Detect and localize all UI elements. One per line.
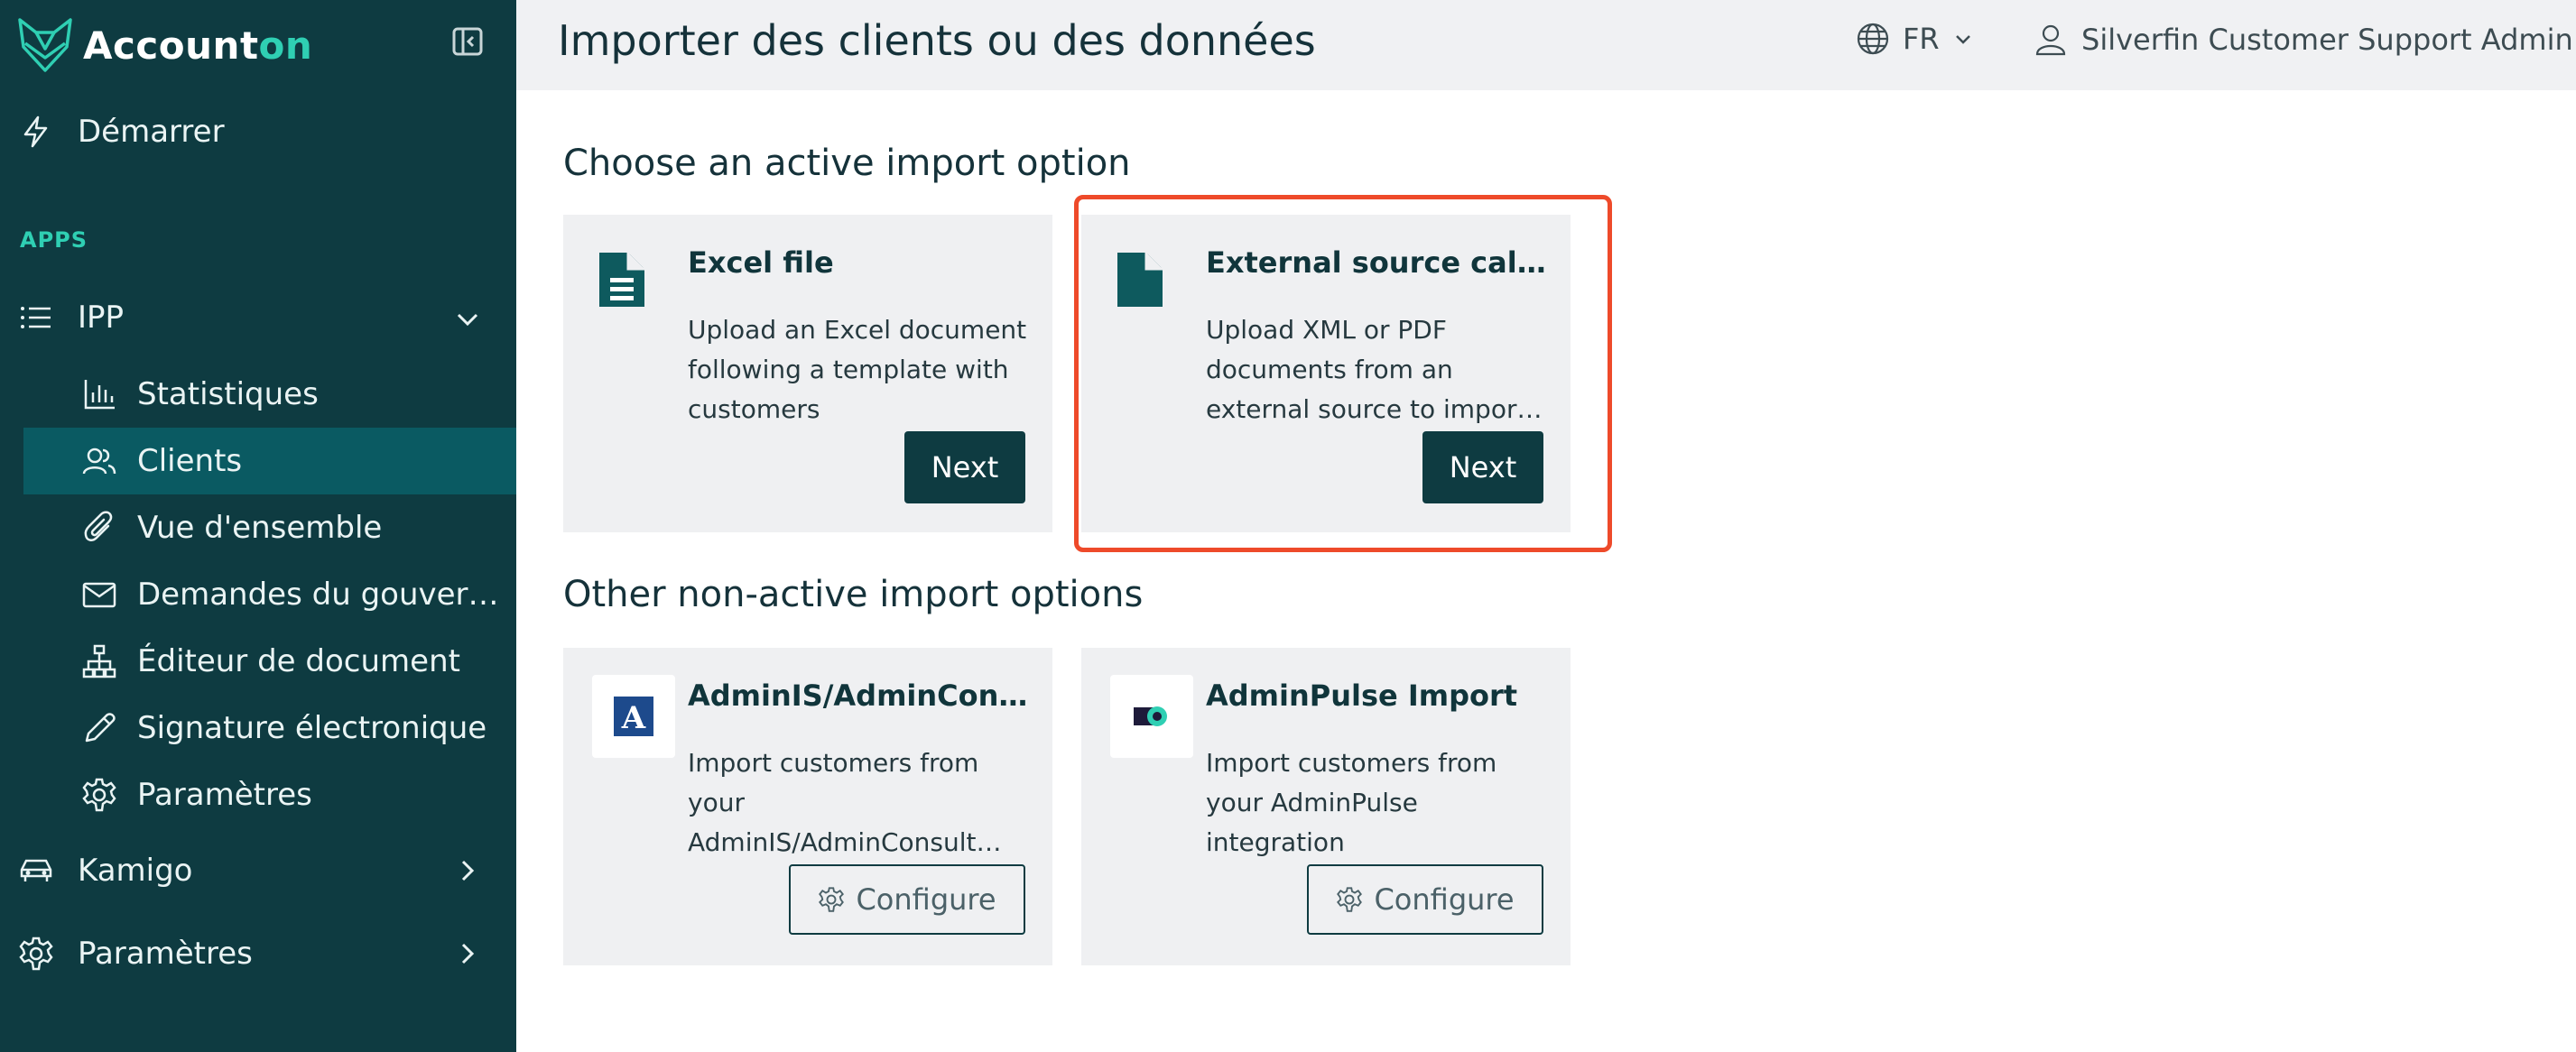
user-menu[interactable]: Silverfin Customer Support Admin [2033,22,2573,58]
collapse-sidebar-icon[interactable] [451,25,484,58]
sidebar-item-kamigo[interactable]: Kamigo [16,851,192,891]
user-name: Silverfin Customer Support Admin [2081,23,2573,57]
paperclip-icon [79,508,119,548]
card-description: Import customers from your AdminPulse in… [1206,748,1497,857]
import-card-excel: Excel file Upload an Excel document foll… [563,215,1052,532]
sidebar-item-statistiques[interactable]: Statistiques [79,374,319,414]
configure-label: Configure [856,882,996,917]
import-card-adminis: A AdminIS/AdminCons… Import customers fr… [563,648,1052,965]
card-description: Upload an Excel document following a tem… [688,315,1027,424]
sidebar-item-e-signature[interactable]: Signature électronique [79,708,486,748]
sidebar-item-label: Signature électronique [137,710,487,746]
chevron-right-icon[interactable] [453,856,482,885]
apps-heading: APPS [20,227,88,253]
next-button[interactable]: Next [904,431,1025,503]
import-card-adminpulse: AdminPulse Import Import customers from … [1081,648,1571,965]
sidebar-item-label: Paramètres [78,936,253,972]
sidebar-item-ipp[interactable]: IPP [16,298,124,337]
sidebar-item-government-requests[interactable]: Demandes du gouver… [79,575,499,614]
sidebar-item-label: Vue d'ensemble [137,510,383,546]
globe-icon [1857,23,1889,55]
brand-name: Accounton [83,23,313,68]
inactive-import-heading: Other non-active import options [563,574,1144,615]
sidebar-item-settings[interactable]: Paramètres [16,934,253,974]
sidebar-item-overview[interactable]: Vue d'ensemble [79,508,382,548]
svg-text:A: A [621,700,646,736]
sidebar-item-label: IPP [78,300,125,336]
mail-icon [79,575,119,614]
car-icon [16,851,56,891]
brand-logo[interactable]: Accounton [13,13,312,78]
language-selector[interactable]: FR [1856,22,1974,56]
page-title: Importer des clients ou des données [558,16,1316,65]
sidebar-item-label: Clients [137,443,243,479]
highlight-box [1074,195,1612,552]
sidebar-item-document-editor[interactable]: Éditeur de document [79,641,460,681]
chevron-down-icon[interactable] [453,305,482,334]
adminis-logo: A [592,675,675,758]
card-title: Excel file [688,245,834,280]
card-description: Import customers from your AdminIS/Admin… [688,748,1002,857]
card-title: AdminIS/AdminCons… [688,678,1031,713]
sidebar: Accounton Démarrer APPS IPP Statistiques… [0,0,516,1052]
sidebar-item-label: Kamigo [78,853,193,889]
sidebar-item-label: Démarrer [78,114,225,150]
users-icon [79,441,119,481]
card-title: AdminPulse Import [1206,678,1518,713]
sidebar-item-label: Éditeur de document [137,643,460,679]
gear-icon [79,775,119,815]
user-icon [2035,24,2066,56]
adminis-logo-icon: A [614,697,653,736]
sitemap-icon [79,641,119,681]
lightning-icon [16,112,56,152]
pen-icon [79,708,119,748]
list-icon [16,298,56,337]
bar-chart-icon [79,374,119,414]
fox-logo-icon [18,18,72,72]
configure-button[interactable]: Configure [1307,864,1543,935]
configure-button[interactable]: Configure [789,864,1025,935]
gear-icon [819,887,845,912]
sidebar-item-label: Demandes du gouver… [137,577,499,613]
active-import-heading: Choose an active import option [563,143,1131,184]
top-header: Importer des clients ou des données FR S… [516,0,2576,90]
gear-icon [16,934,56,974]
gear-icon [1337,887,1363,912]
sidebar-item-clients[interactable]: Clients [79,441,242,481]
chevron-right-icon[interactable] [453,939,482,968]
adminpulse-logo [1110,675,1193,758]
sidebar-item-label: Paramètres [137,777,312,813]
configure-label: Configure [1374,882,1515,917]
language-label: FR [1903,22,1940,56]
document-lines-icon [599,253,644,307]
sidebar-item-label: Statistiques [137,376,319,412]
sidebar-item-ipp-settings[interactable]: Paramètres [79,775,312,815]
chevron-down-icon [1955,35,1970,44]
adminpulse-logo-icon [1134,706,1167,726]
sidebar-item-start[interactable]: Démarrer [16,112,225,152]
